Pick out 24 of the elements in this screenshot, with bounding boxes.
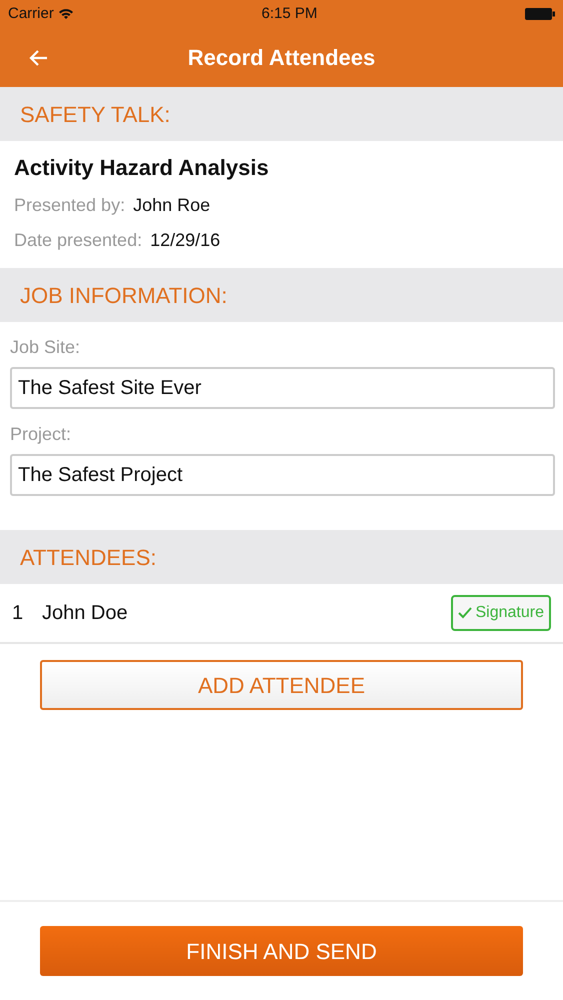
field-value: 12/29/16: [150, 229, 220, 252]
talk-title: Activity Hazard Analysis: [14, 154, 270, 182]
clock-time: 6:15 PM: [261, 4, 318, 24]
battery-icon: [525, 8, 555, 20]
field-label: Presented by:: [14, 194, 126, 217]
field-label: Date presented:: [14, 229, 142, 252]
text-field[interactable]: The Safest Site Ever: [10, 367, 555, 409]
signature-button[interactable]: Signature: [450, 595, 551, 631]
carrier-label: Carrier: [8, 4, 54, 24]
text-field[interactable]: The Safest Project: [10, 454, 555, 496]
field-value: John Roe: [133, 194, 210, 217]
wifi-icon: [58, 8, 74, 20]
add-attendee-button[interactable]: ADD ATTENDEE: [40, 660, 523, 710]
check-icon: [458, 607, 472, 619]
back-arrow-icon: [28, 48, 48, 67]
section-heading: JOB INFORMATION:: [20, 282, 228, 310]
screen-title: Record Attendees: [188, 44, 376, 72]
section-heading: ATTENDEES:: [20, 544, 157, 572]
section-heading: SAFETY TALK:: [20, 100, 170, 128]
field-label: Job Site:: [10, 336, 82, 359]
finish-and-send-button[interactable]: FINISH AND SEND: [40, 926, 523, 976]
row-number: 1: [12, 601, 24, 626]
field-label: Project:: [10, 423, 72, 446]
attendee-name: John Doe: [42, 601, 129, 626]
